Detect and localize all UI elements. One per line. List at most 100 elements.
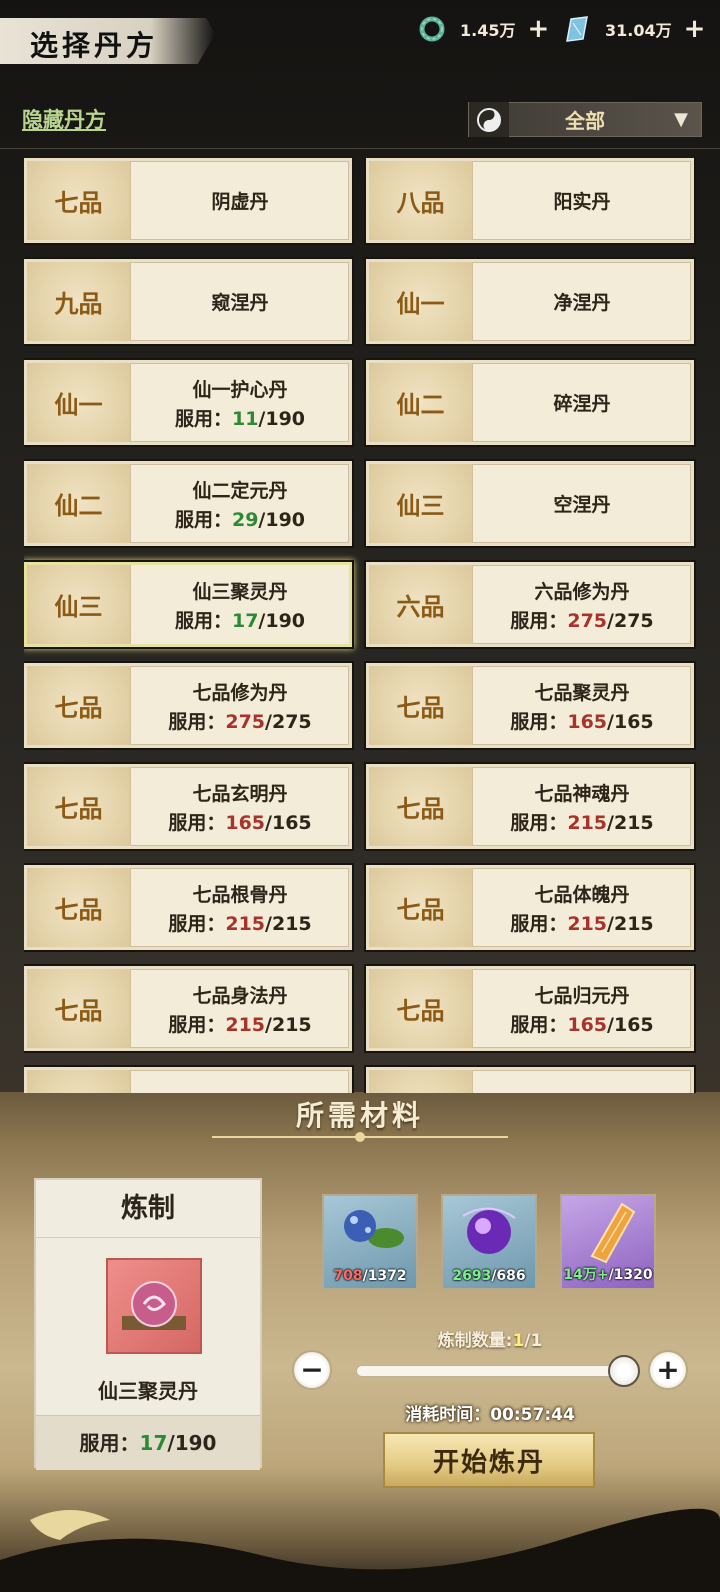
recipe-card[interactable]: 八品 阳实丹 bbox=[366, 158, 694, 243]
filter-dropdown[interactable]: 全部 ▼ bbox=[468, 102, 702, 137]
recipe-body: 七品神魂丹服用：215/215 bbox=[473, 779, 691, 835]
recipe-body: 仙三聚灵丹 服用：17/190 bbox=[131, 577, 349, 633]
recipe-usage: 服用：215/215 bbox=[510, 808, 653, 835]
recipe-card[interactable]: 六品 六品修为丹 服用：275/275 bbox=[366, 562, 694, 647]
recipe-usage-label: 服用： bbox=[510, 1013, 568, 1036]
recipe-usage-label: 服用： bbox=[510, 710, 568, 733]
recipe-body: 七品修为丹服用：275/275 bbox=[131, 678, 349, 734]
recipe-usage-used: 165 bbox=[567, 710, 608, 733]
recipe-usage-max: /275 bbox=[265, 710, 312, 733]
recipe-grade bbox=[369, 1070, 473, 1093]
recipe-usage-max: /215 bbox=[265, 912, 312, 935]
recipe-grade: 六品 bbox=[369, 565, 473, 644]
currency-jade: 1.45万 + bbox=[418, 14, 549, 44]
recipe-grade: 仙二 bbox=[27, 464, 131, 543]
recipe-card[interactable]: 九品 窥涅丹 bbox=[24, 259, 352, 344]
recipe-name: 阳实丹 bbox=[553, 191, 611, 213]
recipe-card[interactable] bbox=[366, 1067, 694, 1093]
recipe-card[interactable]: 七品 七品修为丹 服用：275/275 bbox=[24, 663, 352, 748]
recipe-body: 窥涅丹 bbox=[131, 288, 349, 315]
recipe-name: 阴虚丹 bbox=[211, 191, 269, 213]
recipe-usage-used: 275 bbox=[225, 710, 266, 733]
recipe-grade bbox=[27, 1070, 131, 1093]
ornament bbox=[212, 1132, 508, 1142]
slider-handle[interactable] bbox=[608, 1355, 640, 1387]
currency-crystal: 31.04万 + bbox=[563, 14, 705, 44]
recipe-usage-label: 服用： bbox=[168, 912, 226, 935]
recipe-usage-label: 服用： bbox=[510, 811, 568, 834]
recipe-usage-used: 215 bbox=[225, 912, 266, 935]
recipe-card[interactable]: 七品 七品身法丹 服用：215/215 bbox=[24, 966, 352, 1051]
page-title: 选择丹方 bbox=[30, 29, 159, 62]
recipe-grade: 七品 bbox=[369, 767, 473, 846]
recipe-grade: 七品 bbox=[27, 666, 131, 745]
recipe-card[interactable]: 七品 七品神魂丹 服用：215/215 bbox=[366, 764, 694, 849]
recipe-usage-label: 服用： bbox=[168, 710, 226, 733]
chevron-down-icon: ▼ bbox=[674, 109, 688, 130]
add-crystal-button[interactable]: + bbox=[684, 16, 706, 42]
recipe-name: 仙一护心丹 bbox=[192, 378, 288, 401]
recipe-name: 窥涅丹 bbox=[211, 292, 269, 314]
recipe-grade: 仙一 bbox=[27, 363, 131, 442]
recipe-card[interactable]: 七品 阴虚丹 bbox=[24, 158, 352, 243]
recipe-card[interactable]: 仙一 仙一护心丹 服用：11/190 bbox=[24, 360, 352, 445]
recipe-card[interactable]: 七品 七品根骨丹 服用：215/215 bbox=[24, 865, 352, 950]
recipe-usage-label: 服用： bbox=[168, 811, 226, 834]
recipe-card[interactable]: 仙二 碎涅丹 bbox=[366, 360, 694, 445]
hidden-recipes-link[interactable]: 隐藏丹方 bbox=[22, 104, 106, 134]
material-count: 14万+/1320 bbox=[563, 1267, 653, 1283]
recipe-card[interactable]: 七品 七品玄明丹 服用：165/165 bbox=[24, 764, 352, 849]
recipe-body: 六品修为丹 服用：275/275 bbox=[473, 577, 691, 633]
recipe-name: 七品玄明丹 bbox=[192, 782, 288, 805]
quantity-slider[interactable] bbox=[356, 1365, 624, 1377]
recipe-card[interactable]: 七品 七品体魄丹 服用：215/215 bbox=[366, 865, 694, 950]
material-slot-1[interactable]: 708/1372 bbox=[322, 1194, 418, 1290]
recipe-card[interactable]: 七品 七品归元丹 服用：165/165 bbox=[366, 966, 694, 1051]
currency-crystal-value: 31.04万 bbox=[605, 21, 672, 40]
recipe-usage-used: 11 bbox=[231, 407, 259, 430]
recipe-card[interactable]: 七品 七品聚灵丹服用：165/165 bbox=[366, 663, 694, 748]
recipe-card[interactable]: 仙二 仙二定元丹 服用：29/190 bbox=[24, 461, 352, 546]
recipe-name: 七品神魂丹 bbox=[534, 782, 630, 805]
recipe-usage: 服用：215/215 bbox=[510, 909, 653, 936]
recipe-grade: 七品 bbox=[369, 666, 473, 745]
recipe-usage-max: /165 bbox=[607, 1013, 654, 1036]
recipe-usage-used: 17 bbox=[231, 609, 259, 632]
pill-usage-label: 服用： bbox=[79, 1431, 140, 1455]
jade-ring-icon bbox=[419, 16, 445, 42]
recipe-name: 空涅丹 bbox=[553, 494, 611, 516]
recipe-name: 七品聚灵丹 bbox=[534, 681, 630, 704]
recipe-body: 仙二定元丹 服用：29/190 bbox=[131, 476, 349, 532]
start-refining-button[interactable]: 开始炼丹 bbox=[383, 1432, 595, 1488]
recipe-name: 七品修为丹 bbox=[192, 681, 288, 704]
slider-fill bbox=[357, 1366, 623, 1376]
material-slot-3[interactable]: 14万+/1320 bbox=[560, 1194, 656, 1290]
decrease-quantity-button[interactable]: − bbox=[292, 1350, 332, 1390]
recipe-card[interactable]: 仙一 净涅丹 bbox=[366, 259, 694, 344]
recipe-body: 阴虚丹 bbox=[131, 187, 349, 214]
recipe-usage: 服用：17/190 bbox=[175, 606, 305, 633]
recipe-card[interactable]: 仙三 仙三聚灵丹 服用：17/190 bbox=[24, 562, 352, 647]
material-slot-2[interactable]: 2693/686 bbox=[441, 1194, 537, 1290]
recipe-name: 七品体魄丹 bbox=[534, 883, 630, 906]
cloud-ornament bbox=[0, 1508, 720, 1592]
recipe-name: 碎涅丹 bbox=[553, 393, 611, 415]
recipe-body: 碎涅丹 bbox=[473, 389, 691, 416]
recipe-card[interactable] bbox=[24, 1067, 352, 1093]
quantity-label-text: 炼制数量: bbox=[437, 1331, 513, 1351]
recipe-body: 阳实丹 bbox=[473, 187, 691, 214]
recipe-usage-max: /165 bbox=[607, 710, 654, 733]
amber-crystal-icon bbox=[590, 1202, 636, 1264]
pill-usage-used: 17 bbox=[139, 1431, 168, 1455]
recipe-name: 六品修为丹 bbox=[534, 580, 630, 603]
recipe-card[interactable]: 仙三 空涅丹 bbox=[366, 461, 694, 546]
material-count: 708/1372 bbox=[333, 1268, 407, 1284]
add-jade-button[interactable]: + bbox=[527, 16, 549, 42]
recipe-usage-max: /190 bbox=[258, 407, 306, 430]
increase-quantity-button[interactable]: + bbox=[648, 1350, 688, 1390]
time-cost-value: 00:57:44 bbox=[490, 1405, 575, 1425]
recipe-body: 七品身法丹 服用：215/215 bbox=[131, 981, 349, 1037]
recipe-usage-max: /190 bbox=[258, 508, 306, 531]
recipe-usage: 服用：275/275 bbox=[168, 707, 311, 734]
recipe-usage-label: 服用： bbox=[510, 912, 568, 935]
